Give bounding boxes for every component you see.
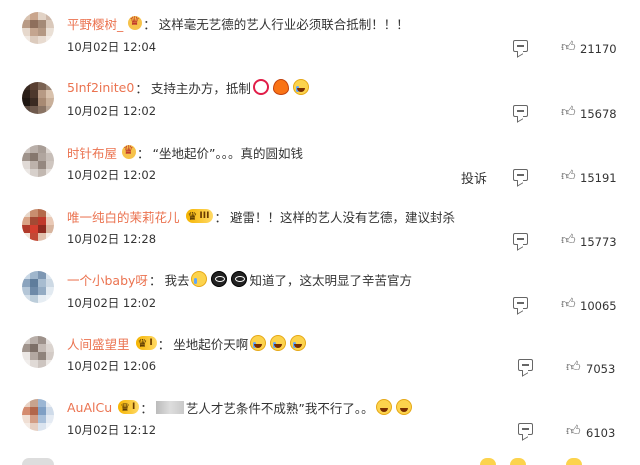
vip-level-badge: ♛ III: [185, 209, 214, 223]
thumbs-up-icon[interactable]: 👍︎: [561, 105, 576, 119]
comment-text: 支持主办方，抵制: [150, 80, 251, 96]
avatar[interactable]: [22, 399, 54, 431]
comment-item: 5Inf2inite0 ： 支持主办方，抵制 10月02日 12:02 👍︎ 1…: [0, 70, 640, 134]
dark-emoji: [211, 271, 228, 287]
crown-badge-icon: [128, 14, 143, 30]
next-comment-preview: [0, 458, 640, 465]
username[interactable]: AuAlCu: [67, 400, 112, 415]
comment-text: 艺人才艺条件不成熟”我不行了。。: [185, 400, 374, 416]
thumbs-up-icon[interactable]: 👍︎: [561, 297, 576, 311]
comment-text: 这样毫无艺德的艺人行业必须联合抵制！！！: [158, 16, 409, 32]
comment-item: 人间盛望里 ♛ I ： 坐地起价天啊 10月02日 12:06 👍︎ 7053: [0, 327, 640, 391]
laugh-emoji: [290, 335, 307, 351]
comment-header: 一个小baby呀 ： 我去 知道了，这太明显了辛苦官方: [67, 270, 412, 288]
like-count: 21170: [580, 42, 617, 56]
like-count: 6103: [586, 426, 616, 440]
reply-icon[interactable]: [518, 359, 533, 371]
timestamp: 10月02日 12:02: [67, 296, 157, 310]
avatar[interactable]: [22, 209, 54, 241]
reply-icon[interactable]: [513, 105, 528, 117]
report-link[interactable]: 投诉: [461, 168, 487, 187]
cry-emoji: [191, 271, 208, 287]
dark-emoji: [231, 271, 248, 287]
avatar[interactable]: [22, 82, 54, 114]
username[interactable]: 平野樱树_: [67, 14, 123, 33]
comment-text-start: 我去: [164, 272, 190, 288]
username[interactable]: 一个小baby呀: [67, 270, 148, 289]
username[interactable]: 时针布屋: [67, 143, 117, 162]
thumbs-up-icon[interactable]: 👍︎: [566, 360, 581, 374]
thumbs-up-icon[interactable]: 👍︎: [561, 40, 576, 54]
comment-text: 坐地起价天啊: [173, 336, 249, 352]
timestamp: 10月02日 12:28: [67, 232, 157, 246]
like-count: 15191: [580, 171, 617, 185]
comment-text: “坐地起价”。。。真的圆如钱: [152, 145, 303, 161]
redacted-text: [155, 400, 184, 414]
crown-badge-icon: [122, 143, 137, 159]
thumbs-up-icon[interactable]: 👍︎: [561, 169, 576, 183]
timestamp: 10月02日 12:04: [67, 40, 157, 54]
comment-item: 唯一纯白的茉莉花儿 ♛ III ： 避雷！！这样的艺人没有艺德，建议封杀 10月0…: [0, 199, 640, 263]
timestamp: 10月02日 12:12: [67, 423, 157, 437]
username[interactable]: 唯一纯白的茉莉花儿: [67, 207, 180, 226]
laugh-emoji: [270, 335, 287, 351]
comment-item: AuAlCu ♛ I ： 艺人才艺条件不成熟”我不行了。。 10月02日 12:1…: [0, 391, 640, 455]
like-count: 15773: [580, 235, 617, 249]
comment-text: 避雷！！这样的艺人没有艺德，建议封杀: [229, 209, 455, 225]
circle-icon: [252, 79, 269, 95]
reply-icon[interactable]: [513, 233, 528, 245]
username[interactable]: 5Inf2inite0: [67, 80, 134, 95]
laugh-emoji: [395, 399, 412, 415]
timestamp: 10月02日 12:06: [67, 359, 157, 373]
laugh-emoji: [375, 399, 392, 415]
comment-text-end: 知道了，这太明显了辛苦官方: [249, 272, 412, 288]
comment-header: 平野樱树_ ： 这样毫无艺德的艺人行业必须联合抵制！！！: [67, 14, 409, 32]
avatar[interactable]: [22, 145, 54, 177]
fire-icon: [272, 79, 289, 95]
laugh-emoji: [250, 335, 267, 351]
comment-header: 人间盛望里 ♛ I ： 坐地起价天啊: [67, 334, 308, 352]
timestamp: 10月02日 12:02: [67, 104, 157, 118]
comment-header: 5Inf2inite0 ： 支持主办方，抵制: [67, 78, 311, 96]
username[interactable]: 人间盛望里: [67, 334, 130, 353]
thumbs-up-icon[interactable]: 👍︎: [566, 424, 581, 438]
like-count: 15678: [580, 107, 617, 121]
like-count: 10065: [580, 299, 617, 313]
thumbs-up-icon[interactable]: 👍︎: [561, 233, 576, 247]
comment-item: 一个小baby呀 ： 我去 知道了，这太明显了辛苦官方 10月02日 12:02…: [0, 263, 640, 327]
crown-icon: ♛: [137, 336, 148, 350]
vip-level-badge: ♛ I: [135, 336, 157, 350]
laugh-cry-emoji: [292, 79, 309, 95]
vip-level-badge: ♛ I: [118, 400, 140, 414]
comment-header: AuAlCu ♛ I ： 艺人才艺条件不成熟”我不行了。。: [67, 398, 414, 416]
comment-header: 唯一纯白的茉莉花儿 ♛ III ： 避雷！！这样的艺人没有艺德，建议封杀: [67, 207, 455, 225]
avatar[interactable]: [22, 12, 54, 44]
reply-icon[interactable]: [513, 40, 528, 52]
avatar[interactable]: [22, 271, 54, 303]
timestamp: 10月02日 12:02: [67, 168, 157, 182]
comment-header: 时针布屋 ： “坐地起价”。。。真的圆如钱: [67, 143, 303, 161]
crown-icon: ♛: [120, 400, 131, 414]
avatar[interactable]: [22, 336, 54, 368]
reply-icon[interactable]: [513, 169, 528, 181]
comment-item: 时针布屋 ： “坐地起价”。。。真的圆如钱 10月02日 12:02 投诉 👍︎…: [0, 135, 640, 199]
crown-icon: ♛: [187, 209, 198, 223]
reply-icon[interactable]: [518, 423, 533, 435]
reply-icon[interactable]: [513, 297, 528, 309]
like-count: 7053: [586, 362, 616, 376]
comment-item: 平野樱树_ ： 这样毫无艺德的艺人行业必须联合抵制！！！ 10月02日 12:0…: [0, 6, 640, 70]
